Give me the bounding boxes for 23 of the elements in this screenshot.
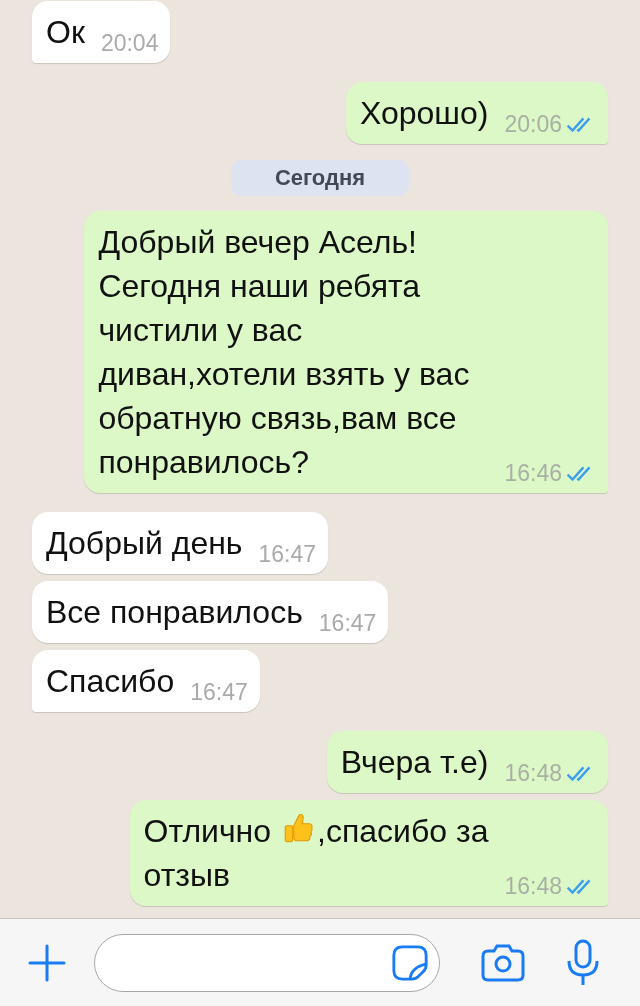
message-time: 16:47: [258, 540, 317, 569]
message-text: Все понравилось: [46, 594, 303, 630]
message-text: Добрый день: [46, 525, 243, 561]
message-time: 20:06: [504, 110, 562, 139]
message-text: ,спасибо за: [317, 812, 489, 851]
date-label: Сегодня: [230, 160, 410, 196]
message-text: отзыв: [143, 856, 230, 895]
camera-icon[interactable]: [480, 942, 526, 983]
message-text: Спасибо: [46, 663, 175, 699]
message-time: 20:04: [100, 29, 159, 58]
message-time: 16:47: [318, 609, 377, 638]
message-time: 16:46: [504, 459, 562, 488]
message-text: Вчера т.е): [340, 744, 489, 780]
microphone-icon[interactable]: [566, 938, 600, 987]
message-text: Добрый вечер Асель! Сегодня наши ребята чистили у вас диван,хотели взять у вас обратную связь,вам все понравилось?: [98, 224, 470, 480]
message-text: Отлично: [143, 812, 272, 851]
add-icon[interactable]: [27, 942, 67, 983]
message-time: 16:48: [504, 872, 562, 901]
message-text: Хорошо): [359, 95, 489, 131]
message-time: 16:47: [190, 678, 248, 707]
sticker-icon[interactable]: [391, 943, 429, 982]
message-time: 16:48: [504, 759, 562, 788]
message-text: Ок: [46, 14, 85, 50]
